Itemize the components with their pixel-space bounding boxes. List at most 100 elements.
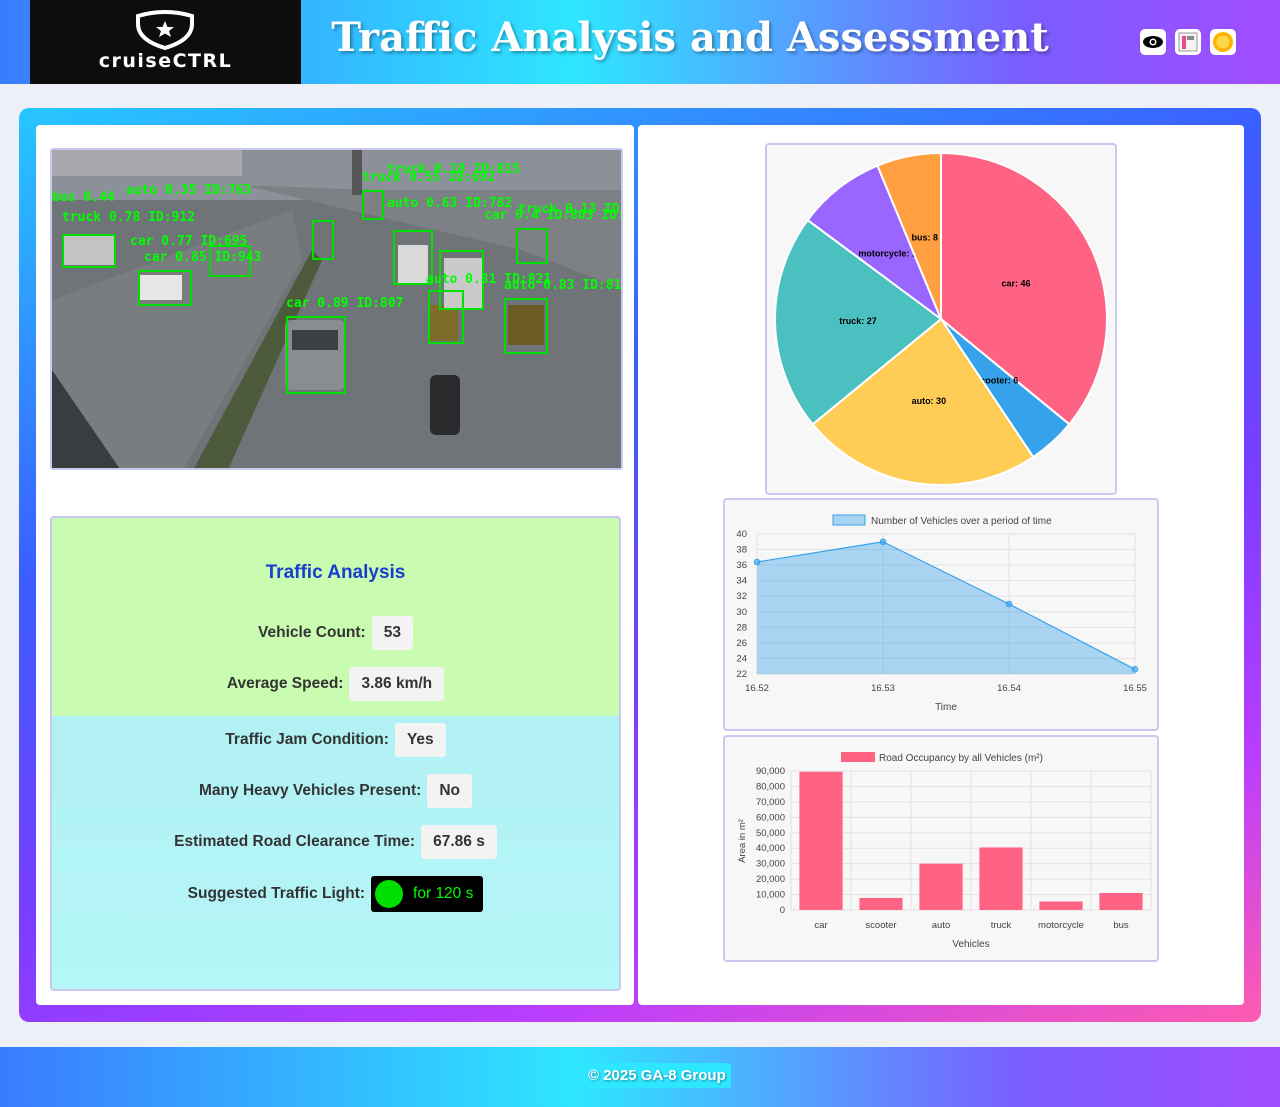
detection-box xyxy=(504,298,548,354)
detection-label: truck 0.78 ID:912 xyxy=(62,210,196,225)
pie-chart-svg: car: 46scooter: 6auto: 30truck: 27motorc… xyxy=(774,151,1108,486)
traffic-jam-value: Yes xyxy=(394,723,446,757)
x-tick-label: 16.53 xyxy=(871,683,895,694)
detection-box xyxy=(428,290,464,344)
x-tick-label: scooter xyxy=(865,920,896,931)
average-speed-row: Average Speed: 3.86 km/h xyxy=(52,667,619,701)
detection-label: truck 0.55 ID:692 xyxy=(362,170,496,185)
y-tick-label: 24 xyxy=(736,653,747,664)
y-tick-label: 32 xyxy=(736,591,747,602)
layout-icon[interactable] xyxy=(1175,29,1201,55)
vehicle-count-label: Vehicle Count: xyxy=(258,624,366,641)
y-tick-label: 34 xyxy=(736,576,747,587)
detection-label: bus 0.44 xyxy=(52,190,115,205)
y-tick-label: 36 xyxy=(736,560,747,571)
x-axis-title: Time xyxy=(935,702,957,713)
y-tick-label: 0 xyxy=(780,905,785,916)
legend-label: Number of Vehicles over a period of time xyxy=(871,516,1052,527)
footer-copyright: © 2025 GA-8 Group xyxy=(583,1063,731,1088)
bar-motorcycle xyxy=(1039,901,1083,910)
bar-truck xyxy=(979,847,1023,910)
legend-swatch xyxy=(841,752,875,762)
detection-label: truck 0.13 ID:1 xyxy=(518,202,621,217)
average-speed-value: 3.86 km/h xyxy=(349,667,445,701)
clearance-time-value: 67.86 s xyxy=(421,825,497,859)
legend-swatch xyxy=(832,514,866,526)
traffic-jam-label: Traffic Jam Condition: xyxy=(225,731,389,748)
y-tick-label: 50,000 xyxy=(756,828,785,839)
average-speed-label: Average Speed: xyxy=(226,675,344,692)
detection-label: auto 0.35 ID:763 xyxy=(126,183,252,198)
eye-icon[interactable] xyxy=(1140,29,1166,55)
y-tick-label: 70,000 xyxy=(756,797,785,808)
x-tick-label: auto xyxy=(932,920,951,931)
bar-auto xyxy=(919,863,963,910)
traffic-light-label: Suggested Traffic Light: xyxy=(187,885,366,902)
heavy-vehicles-label: Many Heavy Vehicles Present: xyxy=(199,782,422,799)
x-tick-label: 16.54 xyxy=(997,683,1021,694)
y-axis-title: Area in m² xyxy=(737,819,748,863)
traffic-video-feed[interactable]: bus 0.44 auto 0.35 ID:763 truck 0.78 ID:… xyxy=(50,148,623,470)
vehicles-over-time-chart: Number of Vehicles over a period of time… xyxy=(723,498,1159,731)
traffic-jam-row: Traffic Jam Condition: Yes xyxy=(52,723,619,757)
clearance-time-row: Estimated Road Clearance Time: 67.86 s xyxy=(52,825,619,859)
pie-label-auto: auto: 30 xyxy=(912,396,947,406)
clearance-time-label: Estimated Road Clearance Time: xyxy=(174,833,416,850)
line-chart-svg: Number of Vehicles over a period of time… xyxy=(736,514,1147,713)
x-tick-label: car xyxy=(814,920,827,931)
y-tick-label: 28 xyxy=(736,622,747,633)
data-point xyxy=(1005,600,1013,608)
bar-chart-svg: Road Occupancy by all Vehicles (m²) 90,00… xyxy=(737,752,1152,950)
road-occupancy-bar-chart: Road Occupancy by all Vehicles (m²) 90,00… xyxy=(723,735,1159,962)
logo[interactable]: cruiseCTRL xyxy=(30,0,301,84)
y-tick-label: 40 xyxy=(736,529,747,540)
area-fill xyxy=(757,541,1135,674)
detection-label: car 0.85 ID:943 xyxy=(144,250,262,265)
vehicle-type-pie-chart: car: 46 scooter: 6 auto: 30 truck: 27 motorc… xyxy=(765,143,1117,495)
y-tick-label: 22 xyxy=(736,669,747,680)
page-title: Traffic Analysis and Assessment xyxy=(331,14,1049,61)
y-tick-label: 40,000 xyxy=(756,843,785,854)
x-tick-label: motorcycle xyxy=(1038,920,1084,931)
x-axis-title: Vehicles xyxy=(952,939,989,950)
traffic-light-row: Suggested Traffic Light: for 120 s xyxy=(52,876,619,912)
bar-scooter xyxy=(859,897,903,910)
detection-label: car 0.89 ID:807 xyxy=(286,296,404,311)
x-tick-label: truck xyxy=(991,920,1012,931)
y-tick-label: 26 xyxy=(736,638,747,649)
heavy-vehicles-row: Many Heavy Vehicles Present: No xyxy=(52,774,619,808)
y-tick-label: 60,000 xyxy=(756,812,785,823)
data-point xyxy=(879,538,887,546)
y-tick-label: 10,000 xyxy=(756,890,785,901)
app-footer: © 2025 GA-8 Group xyxy=(0,1047,1280,1107)
app-header: cruiseCTRL Traffic Analysis and Assessme… xyxy=(0,0,1280,84)
heavy-vehicles-value: No xyxy=(427,774,472,808)
data-point xyxy=(753,558,761,566)
detection-box xyxy=(362,190,384,220)
shield-logo-icon xyxy=(136,10,194,50)
traffic-analysis-card: Traffic Analysis Vehicle Count: 53 Avera… xyxy=(50,516,621,991)
detection-box xyxy=(62,234,116,268)
x-tick-label: 16.52 xyxy=(745,683,769,694)
y-tick-label: 20,000 xyxy=(756,874,785,885)
traffic-light-indicator: for 120 s xyxy=(371,876,484,912)
y-tick-label: 30,000 xyxy=(756,859,785,870)
sun-icon[interactable] xyxy=(1210,29,1236,55)
y-tick-label: 80,000 xyxy=(756,781,785,792)
bar-car xyxy=(799,771,843,910)
analysis-title: Traffic Analysis xyxy=(265,562,406,583)
pie-label-bus: bus: 8 xyxy=(912,233,939,243)
pie-label-truck: truck: 27 xyxy=(839,316,877,326)
logo-text: cruiseCTRL xyxy=(98,50,233,72)
detection-label: auto 0.83 ID:815 xyxy=(504,278,623,293)
detection-box xyxy=(516,228,548,264)
vehicle-count-row: Vehicle Count: 53 xyxy=(52,616,619,650)
pie-label-car: car: 46 xyxy=(1002,279,1031,289)
bar-bus xyxy=(1099,893,1143,910)
detection-box xyxy=(312,220,334,260)
y-tick-label: 30 xyxy=(736,607,747,618)
data-point xyxy=(1131,666,1139,673)
detection-box xyxy=(286,316,346,394)
detection-box xyxy=(138,270,192,306)
legend-label: Road Occupancy by all Vehicles (m²) xyxy=(879,753,1043,764)
